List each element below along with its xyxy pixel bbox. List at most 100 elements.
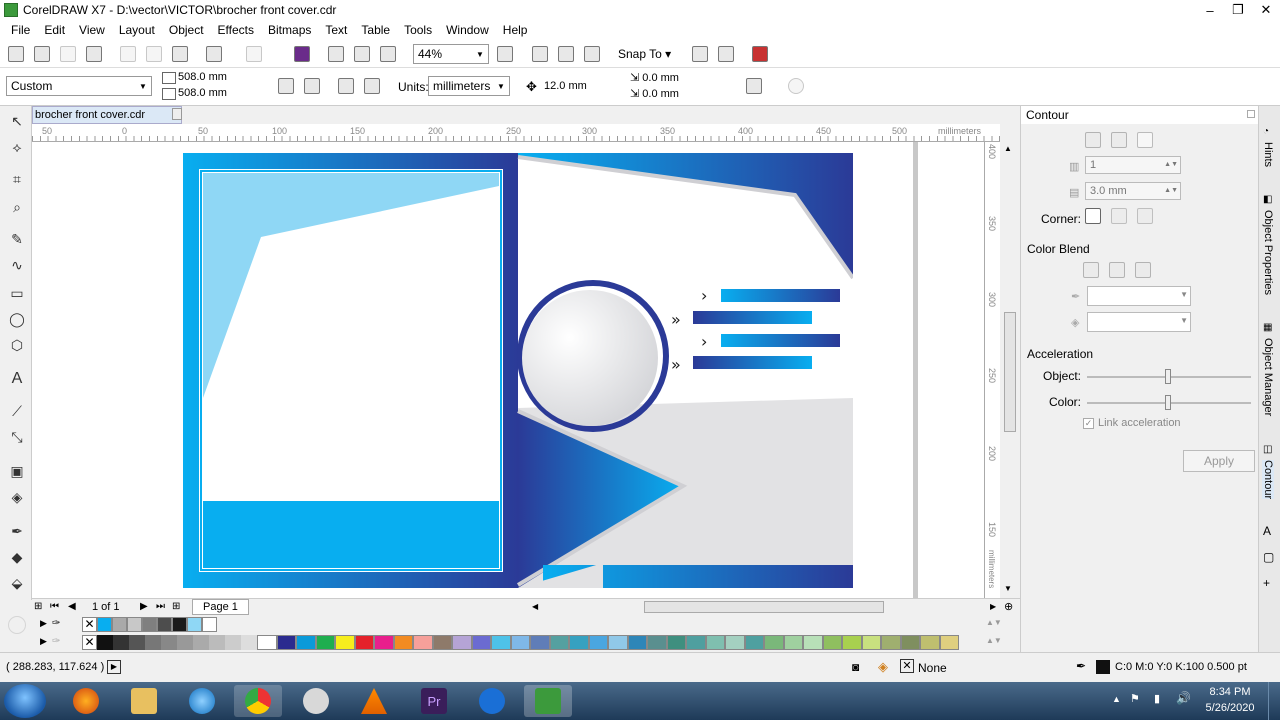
- scroll-left-icon[interactable]: ◀: [532, 602, 538, 611]
- apply-button[interactable]: Apply: [1183, 450, 1255, 472]
- publish-pdf-icon[interactable]: [380, 46, 396, 62]
- document-tab[interactable]: brocher front cover.cdr: [32, 106, 182, 124]
- bullet-bar-1[interactable]: [721, 289, 840, 302]
- copy-icon[interactable]: [146, 46, 162, 62]
- color-accel-handle[interactable]: [1165, 395, 1171, 410]
- to-center-icon[interactable]: [1085, 132, 1101, 148]
- firefox-icon[interactable]: [62, 685, 110, 717]
- color-swatch[interactable]: [861, 635, 881, 650]
- color-swatch[interactable]: [432, 635, 452, 650]
- palette-scroll-icon[interactable]: ▲▼: [986, 636, 1002, 645]
- menu-object[interactable]: Object: [162, 23, 211, 37]
- color-swatch[interactable]: [471, 635, 491, 650]
- outside-icon[interactable]: [1137, 132, 1153, 148]
- open-icon[interactable]: [34, 46, 50, 62]
- color-swatch[interactable]: [900, 635, 920, 650]
- application-launcher-icon[interactable]: [752, 46, 768, 62]
- palette-expand-icon[interactable]: ▶: [40, 636, 47, 647]
- color-swatch[interactable]: [172, 617, 187, 632]
- round-corner-icon[interactable]: [1111, 208, 1127, 224]
- ellipse-tool-icon[interactable]: ◯: [8, 310, 26, 328]
- next-page-icon[interactable]: ▶: [140, 601, 148, 612]
- bullet-bar-4[interactable]: [693, 356, 812, 369]
- chevron-down-icon[interactable]: ▼: [135, 77, 151, 95]
- menu-text[interactable]: Text: [318, 23, 354, 37]
- no-color-swatch[interactable]: ✕: [82, 617, 97, 632]
- menu-bitmaps[interactable]: Bitmaps: [261, 23, 318, 37]
- tray-expand-icon[interactable]: ▲: [1112, 694, 1121, 704]
- palette-options-icon[interactable]: [8, 616, 26, 634]
- color-swatch[interactable]: [530, 635, 550, 650]
- color-swatch[interactable]: [549, 635, 569, 650]
- undo-icon[interactable]: [206, 46, 222, 62]
- cut-icon[interactable]: [120, 46, 136, 62]
- clock-date[interactable]: 5/26/2020: [1200, 702, 1260, 714]
- link-acceleration-checkbox[interactable]: ✓: [1083, 418, 1094, 429]
- current-page-icon[interactable]: [364, 78, 380, 94]
- navigator-zoom-icon[interactable]: ⊕: [1004, 600, 1013, 613]
- scroll-up-icon[interactable]: ▲: [1004, 144, 1012, 153]
- menu-window[interactable]: Window: [439, 23, 496, 37]
- teamviewer-icon[interactable]: [468, 685, 516, 717]
- steps-field[interactable]: 1 ▲▼: [1085, 156, 1181, 174]
- color-swatch[interactable]: [276, 635, 296, 650]
- portrait-icon[interactable]: [278, 78, 294, 94]
- eyedropper-tool-icon[interactable]: ✒: [8, 522, 26, 540]
- interactive-fill-icon[interactable]: ◆: [8, 548, 26, 566]
- new-document-icon[interactable]: [8, 46, 24, 62]
- drawing-canvas[interactable]: › » › »: [32, 142, 984, 598]
- outline-color-picker[interactable]: ▼: [1087, 286, 1191, 306]
- fullscreen-preview-icon[interactable]: [497, 46, 513, 62]
- outline-pen-icon[interactable]: ✒: [1076, 659, 1086, 673]
- tab-contour[interactable]: Contour: [1262, 460, 1274, 500]
- search-content-icon[interactable]: [294, 46, 310, 62]
- fill-icon[interactable]: ◈: [878, 659, 888, 675]
- pick-tool-icon[interactable]: ↖: [8, 112, 26, 130]
- menu-help[interactable]: Help: [496, 23, 535, 37]
- color-swatch[interactable]: [588, 635, 608, 650]
- bullet-bar-2[interactable]: [693, 311, 812, 324]
- options-icon[interactable]: [718, 46, 734, 62]
- color-swatch[interactable]: [881, 635, 901, 650]
- duplicate-x-value[interactable]: ⇲ 0.0 mm: [630, 71, 679, 84]
- zoom-tool-icon[interactable]: ⌕: [8, 198, 26, 216]
- last-page-icon[interactable]: ⏭: [156, 601, 165, 612]
- linear-blend-icon[interactable]: [1083, 262, 1099, 278]
- menu-tools[interactable]: Tools: [397, 23, 439, 37]
- tab-close-icon[interactable]: [172, 108, 182, 120]
- color-swatch[interactable]: [354, 635, 374, 650]
- menu-table[interactable]: Table: [354, 23, 397, 37]
- menu-file[interactable]: File: [4, 23, 37, 37]
- menu-layout[interactable]: Layout: [112, 23, 162, 37]
- show-grid-icon[interactable]: [584, 46, 600, 62]
- eyedropper-icon[interactable]: ✑: [52, 636, 60, 647]
- left-bottom-bar[interactable]: [203, 501, 499, 568]
- treat-as-filled-icon[interactable]: [746, 78, 762, 94]
- color-swatch[interactable]: [393, 635, 413, 650]
- color-swatch[interactable]: [202, 617, 217, 632]
- color-swatch[interactable]: [413, 635, 433, 650]
- scroll-thumb[interactable]: [1004, 312, 1016, 432]
- color-swatch[interactable]: [939, 635, 959, 650]
- show-desktop-button[interactable]: [1268, 682, 1280, 720]
- file-explorer-icon[interactable]: [120, 685, 168, 717]
- options-circle-icon[interactable]: [788, 78, 804, 94]
- menu-edit[interactable]: Edit: [37, 23, 72, 37]
- menu-effects[interactable]: Effects: [211, 23, 261, 37]
- vertical-scrollbar[interactable]: ▲ ▼: [1001, 142, 1019, 598]
- color-swatch[interactable]: [491, 635, 511, 650]
- volume-icon[interactable]: 🔊: [1176, 691, 1191, 705]
- color-swatch[interactable]: [608, 635, 628, 650]
- landscape-icon[interactable]: [304, 78, 320, 94]
- dimension-tool-icon[interactable]: ⟋: [8, 402, 26, 420]
- color-swatch[interactable]: [510, 635, 530, 650]
- print-icon[interactable]: [86, 46, 102, 62]
- color-swatch[interactable]: [569, 635, 589, 650]
- color-swatch[interactable]: [97, 617, 112, 632]
- color-swatch[interactable]: [452, 635, 472, 650]
- color-swatch[interactable]: [315, 635, 335, 650]
- drop-shadow-tool-icon[interactable]: ▣: [8, 462, 26, 480]
- all-pages-icon[interactable]: [338, 78, 354, 94]
- color-swatch[interactable]: [296, 635, 316, 650]
- snipping-tool-icon[interactable]: [292, 685, 340, 717]
